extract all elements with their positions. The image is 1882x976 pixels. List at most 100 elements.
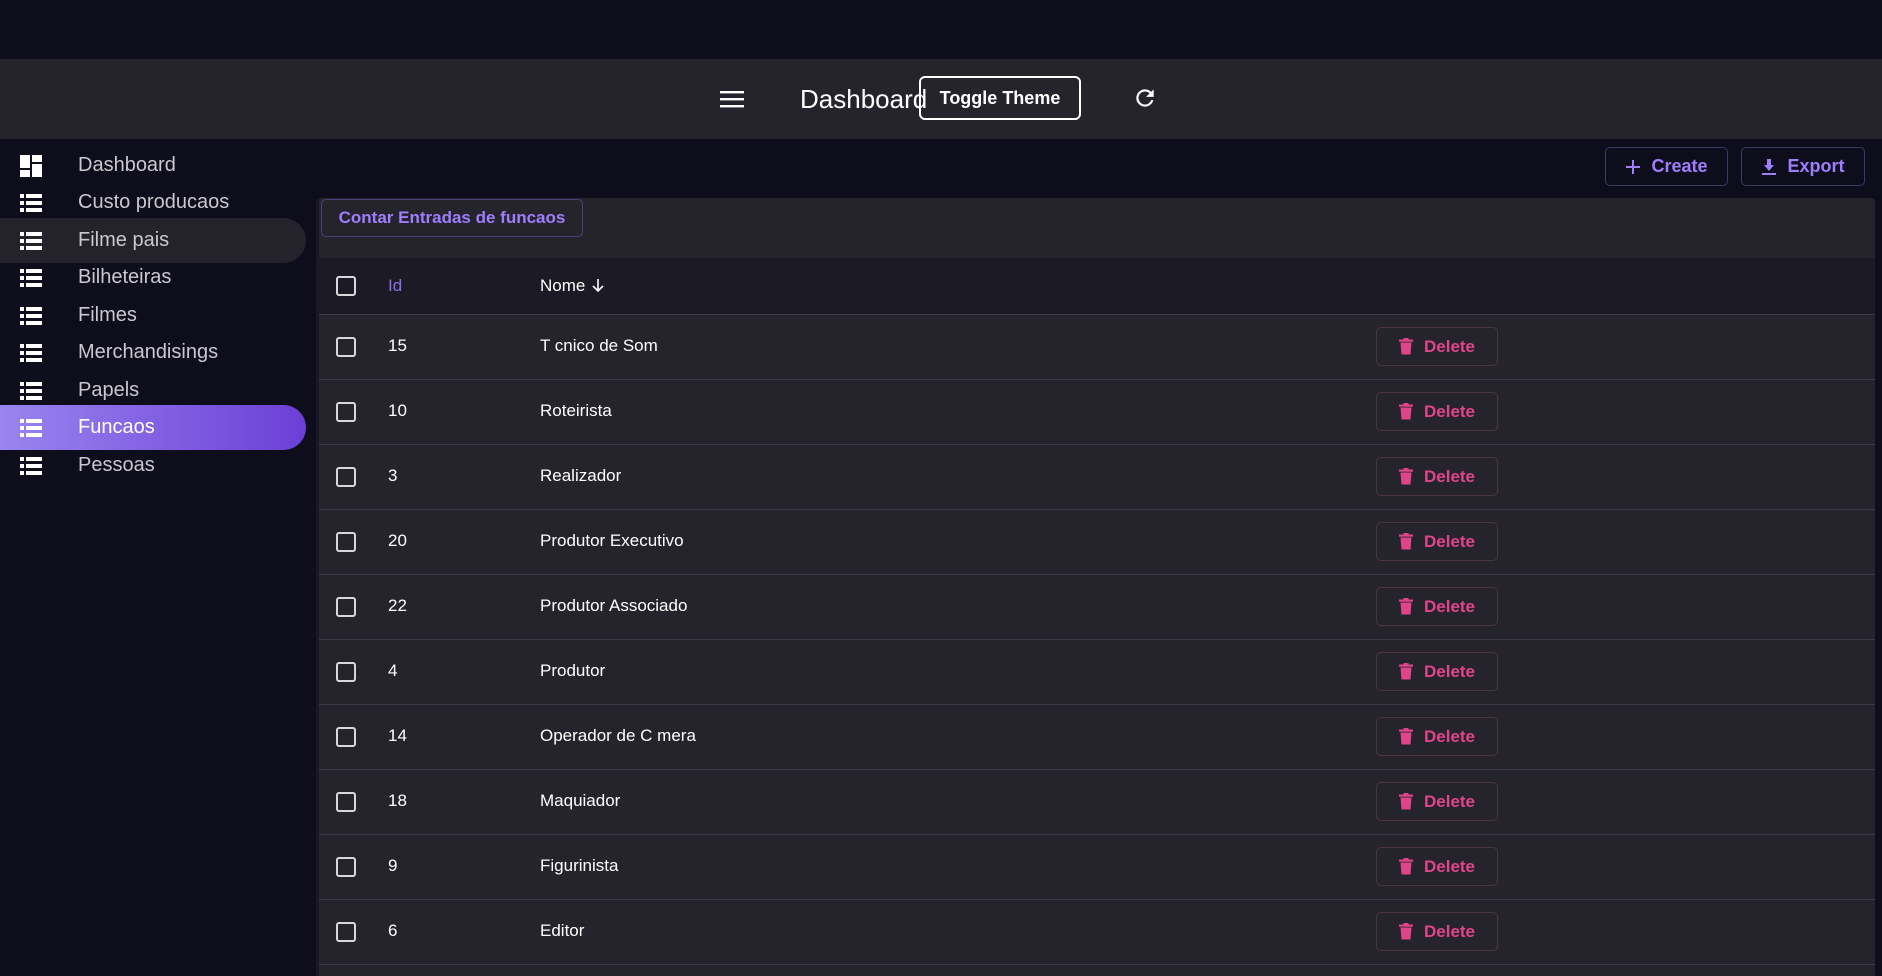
cell-id: 3 (388, 466, 398, 485)
export-button[interactable]: Export (1741, 147, 1865, 186)
row-checkbox[interactable] (336, 402, 356, 422)
sidebar-item-label: Funcaos (78, 416, 155, 438)
select-all-checkbox[interactable] (336, 276, 356, 296)
cell-id: 15 (388, 336, 407, 355)
delete-button[interactable]: Delete (1376, 847, 1498, 886)
refresh-button[interactable] (1128, 81, 1162, 115)
count-entries-button[interactable]: Contar Entradas de funcaos (321, 199, 583, 237)
cell-id: 18 (388, 791, 407, 810)
sidebar-item-label: Filme pais (78, 229, 170, 251)
cell-nome: Produtor Associado (540, 596, 688, 615)
app-title: Dashboard (800, 84, 928, 114)
delete-label: Delete (1423, 856, 1476, 876)
trash-icon (1398, 403, 1413, 420)
delete-label: Delete (1423, 726, 1476, 746)
trash-icon (1398, 663, 1413, 680)
table-row[interactable]: 15 T cnico de Som Delete (319, 315, 1875, 380)
delete-label: Delete (1423, 596, 1476, 616)
sidebar-item-label: Papels (78, 379, 140, 401)
sidebar-item-label: Dashboard (78, 154, 176, 176)
list-icon (20, 269, 42, 287)
row-checkbox[interactable] (336, 792, 356, 812)
table-row[interactable]: 20 Produtor Executivo Delete (319, 510, 1875, 575)
table-header: Id Nome (319, 258, 1875, 315)
toggle-theme-button[interactable]: Toggle Theme (919, 76, 1081, 120)
sidebar-item-label: Custo producaos (78, 191, 230, 213)
delete-button[interactable]: Delete (1376, 652, 1498, 691)
cell-nome: Produtor Executivo (540, 531, 684, 550)
cell-nome: Editor (540, 921, 585, 940)
delete-button[interactable]: Delete (1376, 392, 1498, 431)
list-icon (20, 344, 42, 362)
trash-icon (1398, 468, 1413, 485)
cell-id: 6 (388, 921, 398, 940)
list-icon (20, 457, 42, 475)
row-checkbox[interactable] (336, 662, 356, 682)
create-label: Create (1651, 156, 1708, 176)
row-checkbox[interactable] (336, 727, 356, 747)
list-icon (20, 232, 42, 250)
table-row[interactable]: 4 Produtor Delete (319, 640, 1875, 705)
refresh-icon (1136, 89, 1154, 107)
delete-label: Delete (1423, 401, 1476, 421)
row-checkbox[interactable] (336, 922, 356, 942)
sidebar-item-label: Pessoas (78, 454, 155, 476)
dashboard-icon (20, 155, 42, 177)
trash-icon (1398, 598, 1413, 615)
column-header-nome[interactable]: Nome (540, 276, 605, 296)
sidebar-item-label: Bilheteiras (78, 266, 172, 288)
cell-nome: Realizador (540, 466, 622, 485)
delete-button[interactable]: Delete (1376, 912, 1498, 951)
table-row[interactable]: 3 Realizador Delete (319, 445, 1875, 510)
table-row[interactable]: 6 Editor Delete (319, 900, 1875, 965)
sidebar: Dashboard Custo producaos Filme pais Bilhet… (0, 139, 312, 976)
delete-button[interactable]: Delete (1376, 522, 1498, 561)
sidebar-item-pessoas[interactable]: Pessoas (0, 443, 306, 488)
arrow-down-icon (592, 279, 604, 293)
row-checkbox[interactable] (336, 337, 356, 357)
column-header-id[interactable]: Id (388, 276, 402, 296)
table-row[interactable]: 10 Roteirista Delete (319, 380, 1875, 445)
cell-id: 22 (388, 596, 407, 615)
list-panel: Contar Entradas de funcaos Id Nome 15 T c… (316, 198, 1875, 976)
delete-button[interactable]: Delete (1376, 587, 1498, 626)
table-row[interactable]: 18 Maquiador Delete (319, 770, 1875, 835)
cell-id: 10 (388, 401, 407, 420)
delete-label: Delete (1423, 466, 1476, 486)
cell-nome: Produtor (540, 661, 606, 680)
trash-icon (1398, 728, 1413, 745)
list-icon (20, 307, 42, 325)
table-row[interactable]: 14 Operador de C mera Delete (319, 705, 1875, 770)
sidebar-item-label: Merchandisings (78, 341, 219, 363)
cell-id: 4 (388, 661, 398, 680)
row-checkbox[interactable] (336, 597, 356, 617)
cell-nome: Figurinista (540, 856, 619, 875)
trash-icon (1398, 858, 1413, 875)
export-label: Export (1787, 156, 1845, 176)
plus-icon (1626, 159, 1641, 174)
column-header-nome-label: Nome (540, 276, 586, 295)
delete-label: Delete (1423, 336, 1476, 356)
row-checkbox[interactable] (336, 532, 356, 552)
delete-button[interactable]: Delete (1376, 327, 1498, 366)
row-checkbox[interactable] (336, 467, 356, 487)
list-icon (20, 194, 42, 212)
create-button[interactable]: Create (1605, 147, 1728, 186)
window-top-strip (0, 0, 1882, 59)
menu-button[interactable] (716, 83, 748, 115)
cell-nome: T cnico de Som (540, 336, 658, 355)
delete-label: Delete (1423, 531, 1476, 551)
sidebar-item-label: Filmes (78, 304, 137, 326)
row-checkbox[interactable] (336, 857, 356, 877)
trash-icon (1398, 923, 1413, 940)
cell-id: 20 (388, 531, 407, 550)
delete-button[interactable]: Delete (1376, 457, 1498, 496)
table-row[interactable]: 22 Produtor Associado Delete (319, 575, 1875, 640)
delete-button[interactable]: Delete (1376, 782, 1498, 821)
hamburger-menu-icon (720, 91, 744, 108)
table-row[interactable]: 9 Figurinista Delete (319, 835, 1875, 900)
delete-button[interactable]: Delete (1376, 717, 1498, 756)
cell-nome: Maquiador (540, 791, 621, 810)
app-bar: Dashboard Toggle Theme (0, 59, 1882, 139)
cell-id: 14 (388, 726, 407, 745)
